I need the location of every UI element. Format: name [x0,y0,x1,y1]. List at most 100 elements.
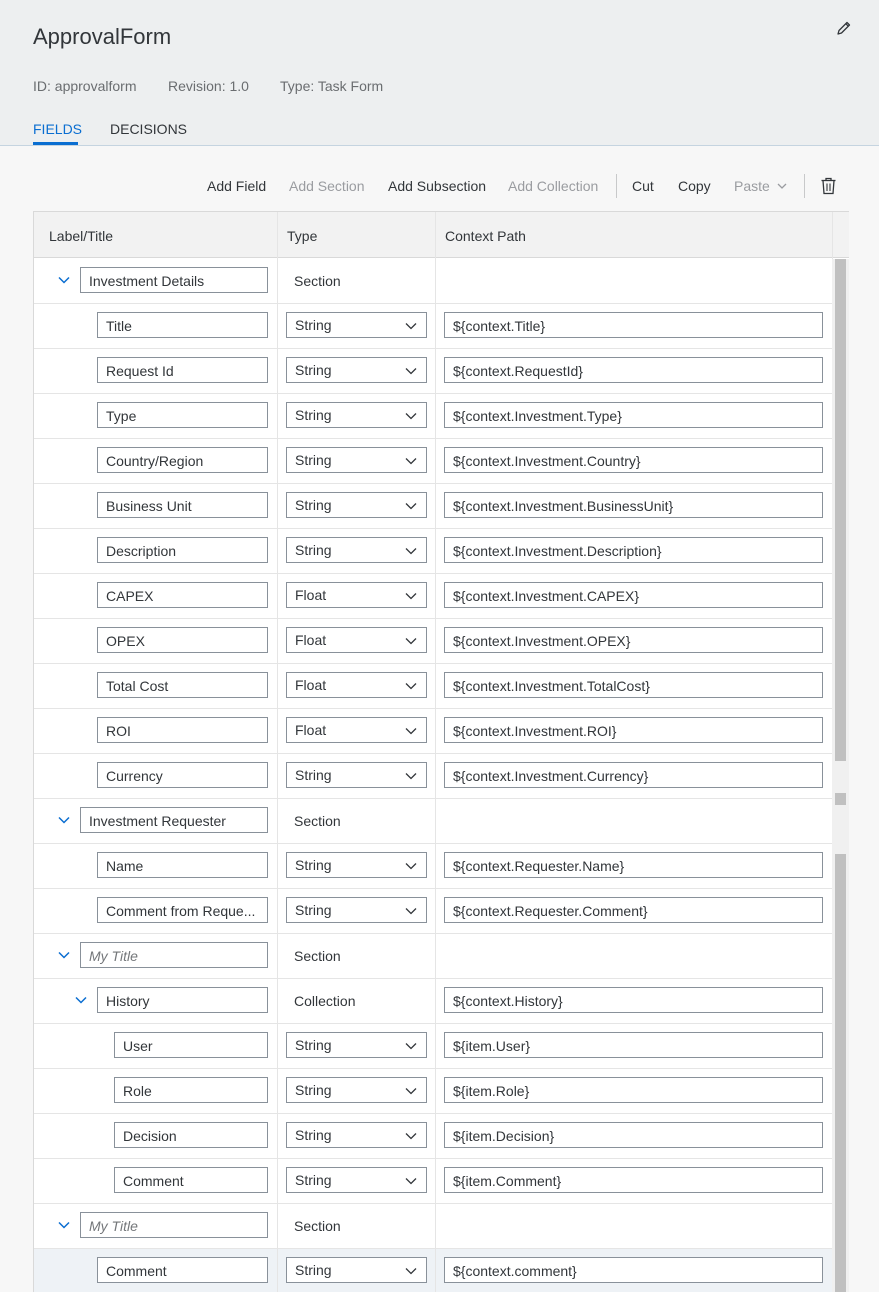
type-select[interactable]: Float [286,672,427,698]
context-path-input[interactable]: ${item.Comment} [444,1167,823,1193]
table-row[interactable]: Comment String ${item.Comment} [34,1159,832,1204]
table-row[interactable]: Request Id String ${context.RequestId} [34,349,832,394]
context-path-input[interactable]: ${context.Requester.Comment} [444,897,823,923]
add-collection-button[interactable]: Add Collection [508,178,598,194]
label-input[interactable]: Comment from Reque... [97,897,268,923]
context-path-input[interactable]: ${context.Investment.ROI} [444,717,823,743]
label-input[interactable]: Type [97,402,268,428]
copy-button[interactable]: Copy [678,178,711,194]
context-path-input[interactable]: ${context.Investment.Country} [444,447,823,473]
table-row[interactable]: My Title Section [34,1204,832,1249]
type-select[interactable]: String [286,762,427,788]
chevron-down-icon[interactable] [58,1221,70,1229]
table-row[interactable]: Investment Requester Section [34,799,832,844]
chevron-down-icon[interactable] [405,592,417,600]
chevron-down-icon[interactable] [58,816,70,824]
label-input[interactable]: OPEX [97,627,268,653]
table-row[interactable]: Description String ${context.Investment.De… [34,529,832,574]
table-row[interactable]: User String ${item.User} [34,1024,832,1069]
column-header-label[interactable]: Label/Title [49,228,113,244]
chevron-down-icon[interactable] [405,547,417,555]
label-input[interactable]: Total Cost [97,672,268,698]
table-row[interactable]: CAPEX Float ${context.Investment.CAPEX} [34,574,832,619]
context-path-input[interactable]: ${context.Title} [444,312,823,338]
column-header-type[interactable]: Type [287,228,317,244]
add-subsection-button[interactable]: Add Subsection [388,178,486,194]
chevron-down-icon[interactable] [405,367,417,375]
label-input[interactable]: Comment [114,1167,268,1193]
chevron-down-icon[interactable] [405,637,417,645]
column-header-context-path[interactable]: Context Path [445,228,526,244]
chevron-down-icon[interactable] [405,727,417,735]
chevron-down-icon[interactable] [405,412,417,420]
chevron-down-icon[interactable] [405,502,417,510]
label-input[interactable]: User [114,1032,268,1058]
tab-fields[interactable]: FIELDS [33,121,82,137]
type-select[interactable]: String [286,312,427,338]
scrollbar-thumb[interactable] [835,854,846,1292]
context-path-input[interactable]: ${context.Investment.Description} [444,537,823,563]
label-input[interactable]: ROI [97,717,268,743]
label-input[interactable]: Business Unit [97,492,268,518]
label-input[interactable]: Request Id [97,357,268,383]
table-row[interactable]: Type String ${context.Investment.Type} [34,394,832,439]
type-select[interactable]: Float [286,627,427,653]
table-row[interactable]: Investment Details Section [34,259,832,304]
context-path-input[interactable]: ${context.Investment.CAPEX} [444,582,823,608]
table-row[interactable]: History Collection ${context.History} [34,979,832,1024]
tab-decisions[interactable]: DECISIONS [110,121,187,137]
table-row[interactable]: My Title Section [34,934,832,979]
type-select[interactable]: String [286,897,427,923]
chevron-down-icon[interactable] [405,1087,417,1095]
context-path-input[interactable]: ${context.Investment.TotalCost} [444,672,823,698]
context-path-input[interactable]: ${context.comment} [444,1257,823,1283]
type-select[interactable]: String [286,447,427,473]
table-row[interactable]: OPEX Float ${context.Investment.OPEX} [34,619,832,664]
context-path-input[interactable]: ${item.Role} [444,1077,823,1103]
scrollbar-marker[interactable] [835,793,846,805]
type-select[interactable]: String [286,1257,427,1283]
chevron-down-icon[interactable] [405,1042,417,1050]
chevron-down-icon[interactable] [405,1132,417,1140]
cut-button[interactable]: Cut [632,178,654,194]
label-input[interactable]: Currency [97,762,268,788]
label-input[interactable]: Description [97,537,268,563]
type-select[interactable]: String [286,1122,427,1148]
context-path-input[interactable]: ${context.RequestId} [444,357,823,383]
chevron-down-icon[interactable] [405,862,417,870]
label-input[interactable]: Name [97,852,268,878]
type-select[interactable]: String [286,1032,427,1058]
label-input[interactable]: Investment Details [80,267,268,293]
label-input[interactable]: Decision [114,1122,268,1148]
table-row[interactable]: ROI Float ${context.Investment.ROI} [34,709,832,754]
label-input[interactable]: CAPEX [97,582,268,608]
chevron-down-icon[interactable] [58,276,70,284]
scrollbar-thumb[interactable] [835,259,846,761]
label-input-placeholder[interactable]: My Title [80,1212,268,1238]
context-path-input[interactable]: ${context.Investment.Currency} [444,762,823,788]
vertical-scrollbar[interactable] [832,259,849,1292]
label-input[interactable]: Comment [97,1257,268,1283]
type-select[interactable]: Float [286,717,427,743]
label-input[interactable]: Role [114,1077,268,1103]
table-row[interactable]: Decision String ${item.Decision} [34,1114,832,1159]
type-select[interactable]: String [286,1077,427,1103]
label-input[interactable]: Investment Requester [80,807,268,833]
type-select[interactable]: String [286,852,427,878]
label-input[interactable]: Title [97,312,268,338]
chevron-down-icon[interactable] [405,457,417,465]
type-select[interactable]: String [286,402,427,428]
type-select[interactable]: Float [286,582,427,608]
type-select[interactable]: String [286,492,427,518]
label-input[interactable]: Country/Region [97,447,268,473]
table-row[interactable]: Comment from Reque... String ${context.Req… [34,889,832,934]
chevron-down-icon[interactable] [777,182,787,190]
type-select[interactable]: String [286,1167,427,1193]
paste-button[interactable]: Paste [734,178,770,194]
chevron-down-icon[interactable] [405,1267,417,1275]
chevron-down-icon[interactable] [405,907,417,915]
context-path-input[interactable]: ${item.Decision} [444,1122,823,1148]
context-path-input[interactable]: ${context.Investment.OPEX} [444,627,823,653]
table-row[interactable]: Business Unit String ${context.Investment.… [34,484,832,529]
add-section-button[interactable]: Add Section [289,178,365,194]
